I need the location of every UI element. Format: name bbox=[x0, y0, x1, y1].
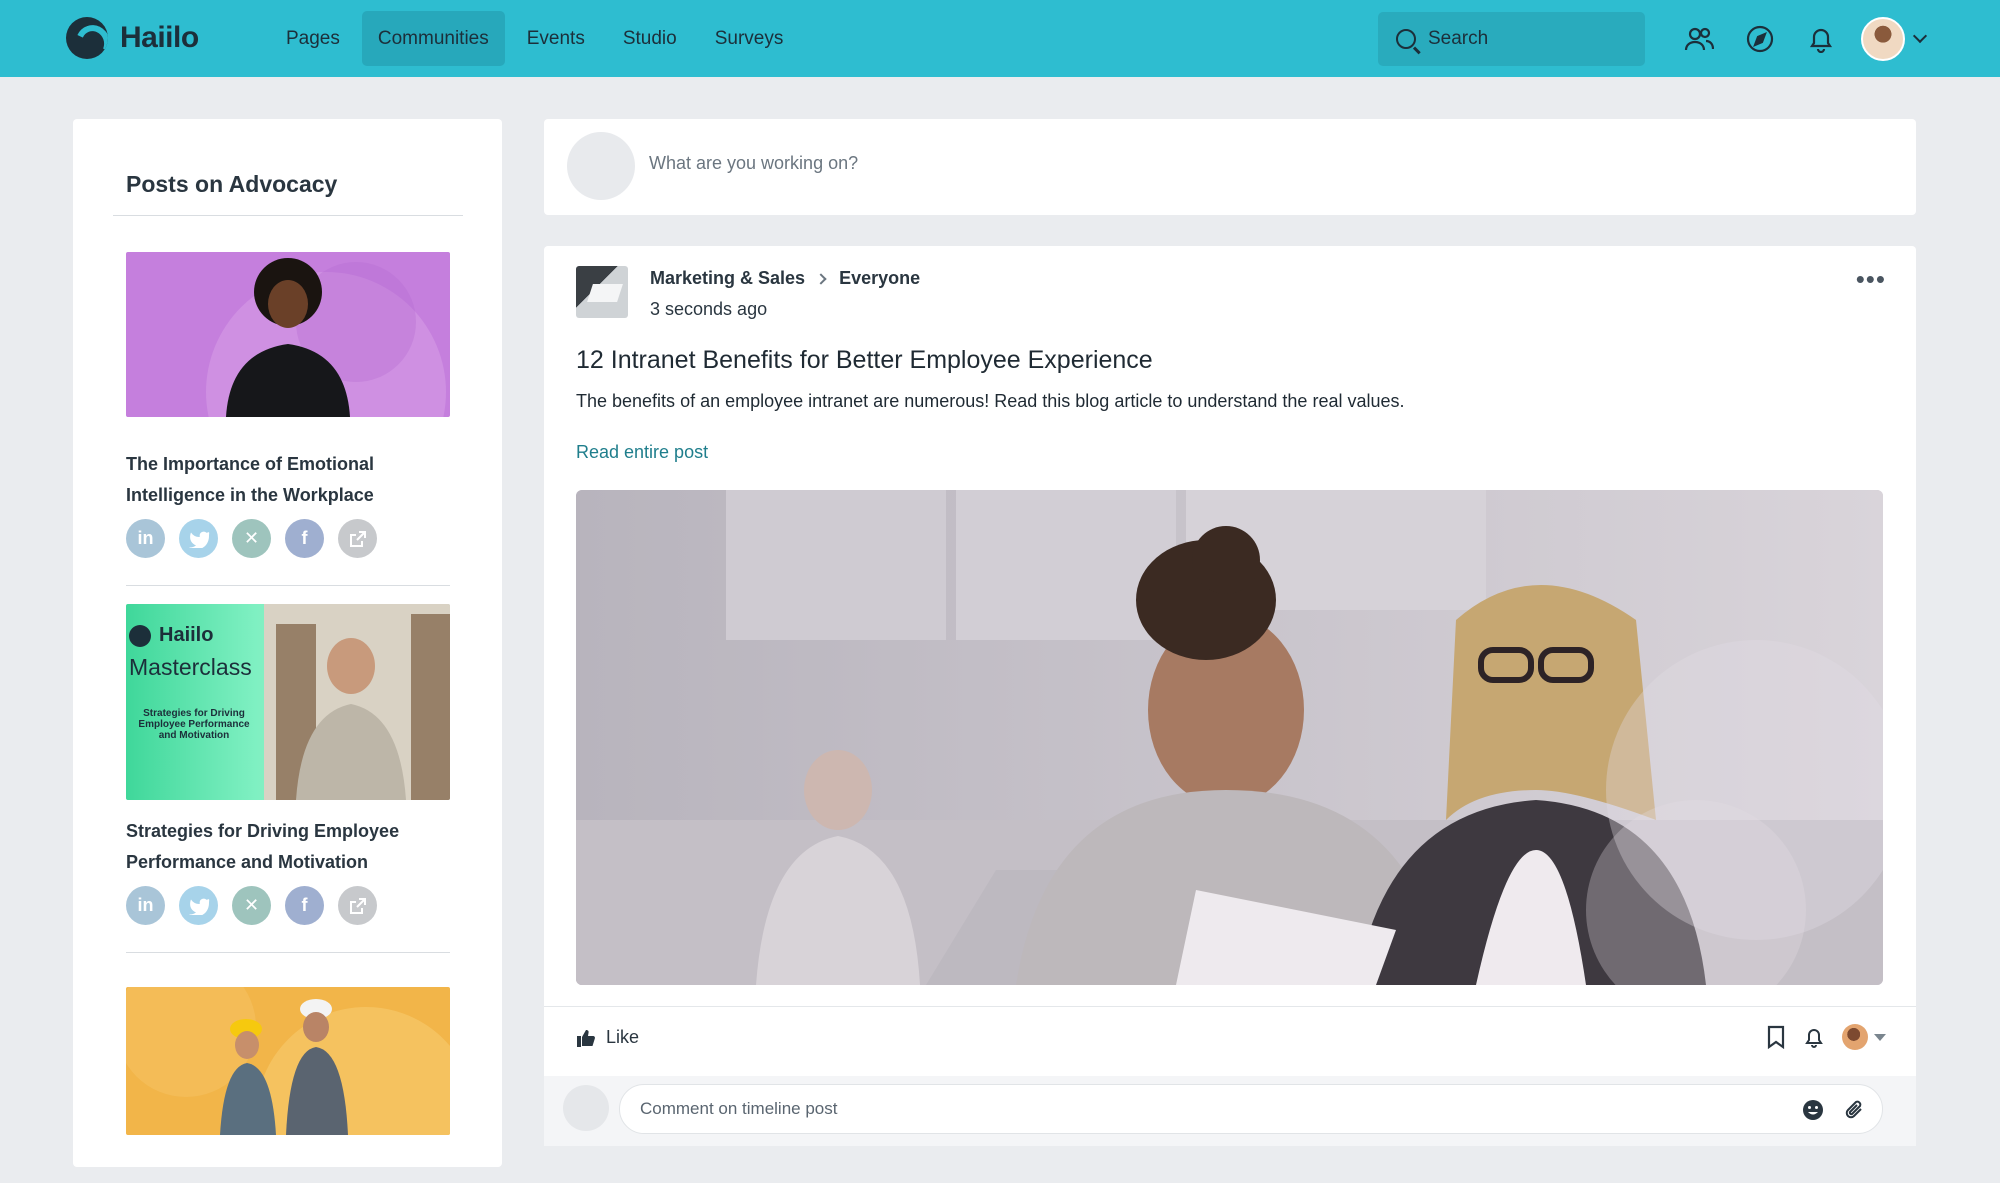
advocacy-card bbox=[126, 987, 450, 1135]
post-image[interactable] bbox=[576, 490, 1883, 985]
bookmark-icon[interactable] bbox=[1766, 1025, 1786, 1049]
read-entire-post-link[interactable]: Read entire post bbox=[576, 442, 708, 463]
brand-name: Haiilo bbox=[120, 21, 199, 54]
haiilo-logo-icon bbox=[66, 17, 108, 59]
comment-placeholder: Comment on timeline post bbox=[640, 1099, 838, 1118]
breadcrumb: Marketing & Sales Everyone bbox=[650, 268, 920, 289]
audience-link[interactable]: Everyone bbox=[839, 268, 920, 289]
image-brand: Haiilo bbox=[159, 624, 214, 646]
divider bbox=[113, 215, 463, 216]
people-icon[interactable] bbox=[1678, 18, 1720, 60]
nav-item-events[interactable]: Events bbox=[511, 11, 601, 66]
twitter-icon[interactable] bbox=[179, 886, 218, 925]
linkedin-icon[interactable]: in bbox=[126, 519, 165, 558]
external-share-icon[interactable] bbox=[338, 886, 377, 925]
post-composer: What are you working on? bbox=[544, 119, 1916, 215]
card-title[interactable]: Strategies for Driving Employee Performa… bbox=[126, 816, 450, 878]
search-input[interactable]: Search bbox=[1378, 12, 1645, 66]
compass-icon[interactable] bbox=[1739, 18, 1781, 60]
card-title[interactable]: The Importance of Emotional Intelligence… bbox=[126, 449, 450, 511]
facebook-icon[interactable]: f bbox=[285, 519, 324, 558]
advocacy-card: The Importance of Emotional Intelligence… bbox=[126, 252, 450, 586]
advocacy-sidebar: Posts on Advocacy The Importance of Emot… bbox=[73, 119, 502, 1167]
post-meta: Marketing & Sales Everyone 3 seconds ago bbox=[650, 268, 920, 320]
chevron-down-icon[interactable] bbox=[1912, 28, 1928, 44]
avatar bbox=[1842, 1024, 1868, 1050]
facebook-icon[interactable]: f bbox=[285, 886, 324, 925]
search-label: Search bbox=[1428, 28, 1489, 49]
xing-icon[interactable]: ✕ bbox=[232, 519, 271, 558]
comment-tools bbox=[1782, 1099, 1866, 1121]
composer-input[interactable]: What are you working on? bbox=[649, 153, 858, 174]
nav-item-surveys[interactable]: Surveys bbox=[699, 11, 800, 66]
top-actions bbox=[1678, 17, 1928, 61]
attachment-icon[interactable] bbox=[1844, 1099, 1866, 1121]
like-button[interactable]: Like bbox=[576, 1027, 639, 1048]
divider bbox=[126, 585, 450, 586]
twitter-icon[interactable] bbox=[179, 519, 218, 558]
emoji-icon[interactable] bbox=[1802, 1099, 1824, 1121]
avatar bbox=[563, 1085, 609, 1131]
post-actions bbox=[1748, 1024, 1886, 1050]
sidebar-title: Posts on Advocacy bbox=[126, 171, 338, 197]
community-link[interactable]: Marketing & Sales bbox=[650, 268, 805, 289]
thumbs-up-icon bbox=[577, 1029, 595, 1047]
post-title: 12 Intranet Benefits for Better Employee… bbox=[576, 346, 1153, 374]
haiilo-logo[interactable]: Haiilo bbox=[66, 17, 199, 59]
caret-down-icon bbox=[1874, 1033, 1886, 1041]
post-description: The benefits of an employee intranet are… bbox=[576, 391, 1405, 411]
like-label: Like bbox=[606, 1027, 640, 1047]
card-image[interactable] bbox=[126, 987, 450, 1135]
post-timestamp[interactable]: 3 seconds ago bbox=[650, 299, 920, 320]
more-options-icon[interactable]: ••• bbox=[1856, 266, 1886, 292]
image-heading: Masterclass bbox=[129, 654, 252, 680]
bell-icon[interactable] bbox=[1800, 18, 1842, 60]
top-navigation-bar: Haiilo Pages Communities Events Studio S… bbox=[0, 0, 2000, 77]
chevron-right-icon bbox=[815, 272, 827, 285]
divider bbox=[126, 952, 450, 953]
bell-icon[interactable] bbox=[1804, 1025, 1824, 1049]
nav-item-communities[interactable]: Communities bbox=[361, 11, 505, 66]
nav-item-studio[interactable]: Studio bbox=[607, 11, 693, 66]
card-image[interactable]: Haiilo Masterclass Strategies for Drivin… bbox=[126, 604, 450, 800]
external-share-icon[interactable] bbox=[338, 519, 377, 558]
user-avatar[interactable] bbox=[1861, 17, 1905, 61]
search-icon bbox=[1396, 29, 1416, 49]
divider bbox=[544, 1006, 1916, 1007]
timeline-post: Marketing & Sales Everyone 3 seconds ago… bbox=[544, 246, 1916, 1146]
comment-input[interactable]: Comment on timeline post bbox=[619, 1084, 1883, 1134]
nav-item-pages[interactable]: Pages bbox=[270, 11, 356, 66]
share-row: in ✕ f bbox=[126, 886, 450, 925]
avatar bbox=[567, 132, 635, 200]
main-nav: Pages Communities Events Studio Surveys bbox=[270, 11, 805, 66]
card-image[interactable] bbox=[126, 252, 450, 417]
share-row: in ✕ f bbox=[126, 519, 450, 558]
xing-icon[interactable]: ✕ bbox=[232, 886, 271, 925]
linkedin-icon[interactable]: in bbox=[126, 886, 165, 925]
advocacy-card: Haiilo Masterclass Strategies for Drivin… bbox=[126, 604, 450, 953]
image-subtitle: Strategies for Driving Employee Performa… bbox=[138, 708, 250, 741]
community-avatar[interactable] bbox=[576, 266, 628, 318]
author-selector[interactable] bbox=[1842, 1024, 1886, 1050]
